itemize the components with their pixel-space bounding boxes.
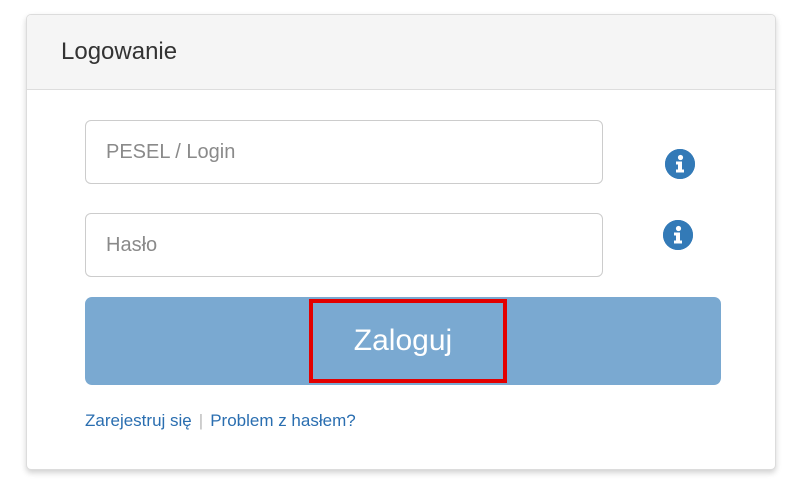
register-link[interactable]: Zarejestruj się — [85, 411, 192, 431]
password-info-icon[interactable] — [663, 220, 693, 250]
footer-links: Zarejestruj się | Problem z hasłem? — [85, 411, 356, 431]
login-panel: Logowanie Zaloguj Zarejestruj się | Prob… — [26, 14, 776, 470]
login-input[interactable] — [85, 120, 603, 184]
panel-title: Logowanie — [61, 38, 178, 65]
info-icon — [665, 149, 695, 179]
password-input[interactable] — [85, 213, 603, 277]
login-info-icon[interactable] — [665, 149, 695, 179]
panel-heading: Logowanie — [27, 15, 775, 90]
login-button[interactable]: Zaloguj — [85, 297, 721, 385]
info-icon — [663, 220, 693, 250]
link-separator: | — [198, 411, 204, 430]
password-problem-link[interactable]: Problem z hasłem? — [210, 411, 356, 431]
